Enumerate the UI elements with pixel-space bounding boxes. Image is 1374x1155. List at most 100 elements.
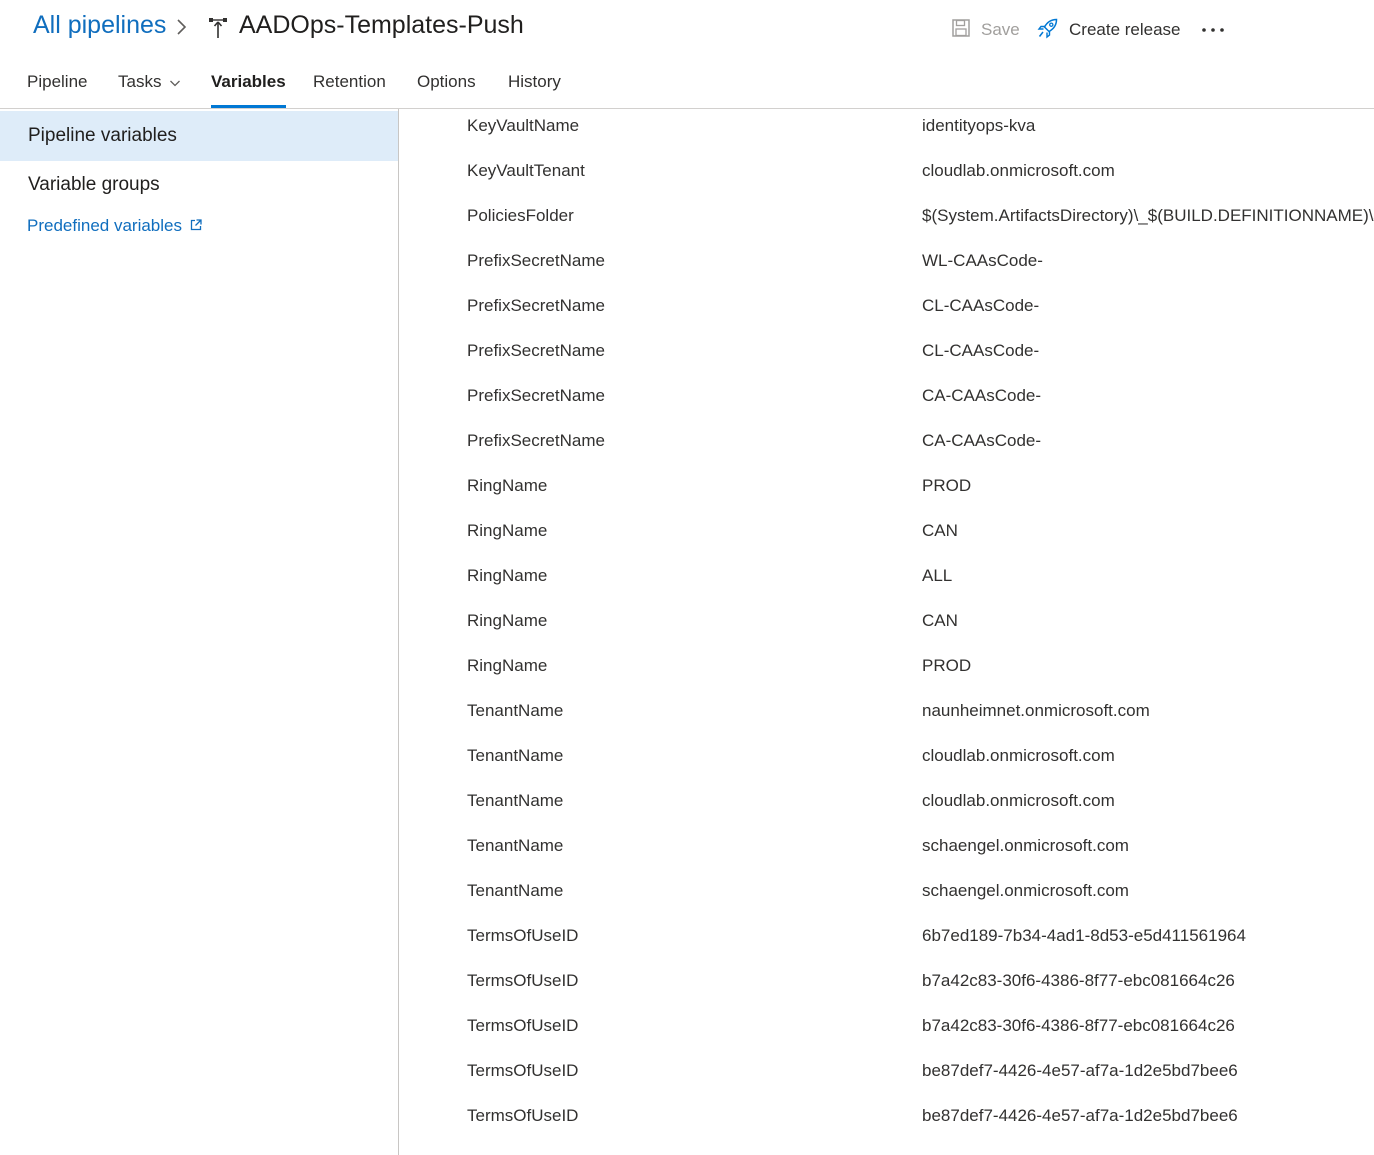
variable-name[interactable]: RingName (467, 476, 547, 496)
variable-value[interactable]: cloudlab.onmicrosoft.com (922, 161, 1115, 181)
variable-name[interactable]: RingName (467, 656, 547, 676)
variable-name[interactable]: TermsOfUseID (467, 1106, 578, 1126)
tab-tasks[interactable]: Tasks (118, 72, 181, 108)
variable-name[interactable]: TenantName (467, 881, 563, 901)
variable-value[interactable]: cloudlab.onmicrosoft.com (922, 746, 1115, 766)
variable-name[interactable]: PrefixSecretName (467, 296, 605, 316)
variable-name[interactable]: TenantName (467, 836, 563, 856)
variable-row[interactable]: TermsOfUseID 6b7ed189-7b34-4ad1-8d53-e5d4… (399, 914, 1374, 959)
variable-name[interactable]: PrefixSecretName (467, 386, 605, 406)
tab-history[interactable]: History (508, 72, 561, 108)
variable-name[interactable]: TermsOfUseID (467, 971, 578, 991)
variable-name[interactable]: PrefixSecretName (467, 431, 605, 451)
variable-name[interactable]: TenantName (467, 791, 563, 811)
predefined-variables-label: Predefined variables (27, 216, 182, 235)
sidebar-item-pipeline-variables[interactable]: Pipeline variables (0, 111, 398, 161)
tab-label: Options (417, 72, 476, 91)
variable-name[interactable]: PoliciesFolder (467, 206, 574, 226)
variable-name[interactable]: TenantName (467, 746, 563, 766)
variable-name[interactable]: TermsOfUseID (467, 926, 578, 946)
variable-row[interactable]: KeyVaultName identityops-kva (399, 104, 1374, 149)
save-button[interactable]: Save (951, 17, 1020, 43)
pivot-tabs: Pipeline Tasks Variables Retention Optio… (0, 62, 1374, 109)
external-link-icon (190, 216, 202, 236)
variable-row[interactable]: PrefixSecretName CL-CAAsCode- (399, 329, 1374, 374)
tab-label: Variables (211, 72, 286, 91)
predefined-variables-link[interactable]: Predefined variables (27, 216, 202, 236)
chevron-down-icon (169, 74, 181, 94)
page-header: All pipelines AADOps-Templates-Push Save (0, 0, 1374, 58)
variable-name[interactable]: PrefixSecretName (467, 341, 605, 361)
variable-value[interactable]: b7a42c83-30f6-4386-8f77-ebc081664c26 (922, 971, 1235, 991)
variable-row[interactable]: TermsOfUseID b7a42c83-30f6-4386-8f77-ebc0… (399, 1004, 1374, 1049)
variable-row[interactable]: KeyVaultTenant cloudlab.onmicrosoft.com (399, 149, 1374, 194)
variable-row[interactable]: PrefixSecretName WL-CAAsCode- (399, 239, 1374, 284)
variable-name[interactable]: RingName (467, 611, 547, 631)
variable-value[interactable]: PROD (922, 656, 971, 676)
variable-name[interactable]: KeyVaultTenant (467, 161, 585, 181)
variable-row[interactable]: TermsOfUseID be87def7-4426-4e57-af7a-1d2e… (399, 1094, 1374, 1139)
more-icon (1201, 20, 1225, 38)
variable-row[interactable]: TenantName schaengel.onmicrosoft.com (399, 869, 1374, 914)
tab-pipeline[interactable]: Pipeline (27, 72, 88, 108)
variable-value[interactable]: be87def7-4426-4e57-af7a-1d2e5bd7bee6 (922, 1061, 1238, 1081)
variable-row[interactable]: TenantName schaengel.onmicrosoft.com (399, 824, 1374, 869)
variable-name[interactable]: KeyVaultName (467, 116, 579, 136)
variable-value[interactable]: CA-CAAsCode- (922, 431, 1041, 451)
variable-value[interactable]: naunheimnet.onmicrosoft.com (922, 701, 1150, 721)
variable-name[interactable]: RingName (467, 521, 547, 541)
sidebar-item-variable-groups[interactable]: Variable groups (0, 160, 398, 210)
variable-row[interactable]: TenantName naunheimnet.onmicrosoft.com (399, 689, 1374, 734)
variable-value[interactable]: $(System.ArtifactsDirectory)\_$(BUILD.DE… (922, 206, 1374, 226)
variable-name[interactable]: RingName (467, 566, 547, 586)
variable-row[interactable]: TenantName cloudlab.onmicrosoft.com (399, 734, 1374, 779)
variable-value[interactable]: PROD (922, 476, 971, 496)
variable-value[interactable]: cloudlab.onmicrosoft.com (922, 791, 1115, 811)
variable-value[interactable]: CAN (922, 611, 958, 631)
variable-value[interactable]: ALL (922, 566, 952, 586)
variable-row[interactable]: RingName PROD (399, 464, 1374, 509)
create-release-label: Create release (1069, 20, 1181, 39)
save-label: Save (981, 20, 1020, 39)
variable-value[interactable]: CAN (922, 521, 958, 541)
variable-row[interactable]: PrefixSecretName CA-CAAsCode- (399, 419, 1374, 464)
tab-label: Pipeline (27, 72, 88, 91)
variable-row[interactable]: RingName CAN (399, 509, 1374, 554)
rocket-icon (1037, 17, 1059, 44)
variable-row[interactable]: RingName CAN (399, 599, 1374, 644)
breadcrumb-all-pipelines[interactable]: All pipelines (33, 11, 166, 40)
sidebar-item-label: Variable groups (28, 174, 160, 195)
variable-value[interactable]: be87def7-4426-4e57-af7a-1d2e5bd7bee6 (922, 1106, 1238, 1126)
chevron-right-icon (174, 17, 188, 42)
variable-value[interactable]: WL-CAAsCode- (922, 251, 1043, 271)
create-release-button[interactable]: Create release (1037, 17, 1181, 43)
variable-value[interactable]: CL-CAAsCode- (922, 296, 1039, 316)
variable-name[interactable]: TermsOfUseID (467, 1061, 578, 1081)
variable-value[interactable]: identityops-kva (922, 116, 1035, 136)
variable-row[interactable]: PoliciesFolder $(System.ArtifactsDirector… (399, 194, 1374, 239)
variable-value[interactable]: 6b7ed189-7b34-4ad1-8d53-e5d411561964 (922, 926, 1246, 946)
tab-variables[interactable]: Variables (211, 72, 286, 108)
variable-row[interactable]: PrefixSecretName CL-CAAsCode- (399, 284, 1374, 329)
variable-name[interactable]: TenantName (467, 701, 563, 721)
variables-list: KeyVaultName identityops-kva KeyVaultTenan… (399, 104, 1374, 1155)
variable-row[interactable]: TermsOfUseID b7a42c83-30f6-4386-8f77-ebc0… (399, 959, 1374, 1004)
variable-value[interactable]: b7a42c83-30f6-4386-8f77-ebc081664c26 (922, 1016, 1235, 1036)
tab-options[interactable]: Options (417, 72, 476, 108)
variable-value[interactable]: CL-CAAsCode- (922, 341, 1039, 361)
variable-name[interactable]: TermsOfUseID (467, 1016, 578, 1036)
tab-label: History (508, 72, 561, 91)
variable-name[interactable]: PrefixSecretName (467, 251, 605, 271)
variable-value[interactable]: schaengel.onmicrosoft.com (922, 881, 1129, 901)
variable-row[interactable]: TenantName cloudlab.onmicrosoft.com (399, 779, 1374, 824)
more-actions-button[interactable] (1198, 15, 1228, 43)
tab-retention[interactable]: Retention (313, 72, 386, 108)
variable-value[interactable]: schaengel.onmicrosoft.com (922, 836, 1129, 856)
variable-row[interactable]: PrefixSecretName CA-CAAsCode- (399, 374, 1374, 419)
sidebar-item-label: Pipeline variables (28, 125, 177, 146)
variable-row[interactable]: RingName ALL (399, 554, 1374, 599)
variable-row[interactable]: RingName PROD (399, 644, 1374, 689)
variable-row[interactable]: TermsOfUseID be87def7-4426-4e57-af7a-1d2e… (399, 1049, 1374, 1094)
tab-label: Retention (313, 72, 386, 91)
variable-value[interactable]: CA-CAAsCode- (922, 386, 1041, 406)
